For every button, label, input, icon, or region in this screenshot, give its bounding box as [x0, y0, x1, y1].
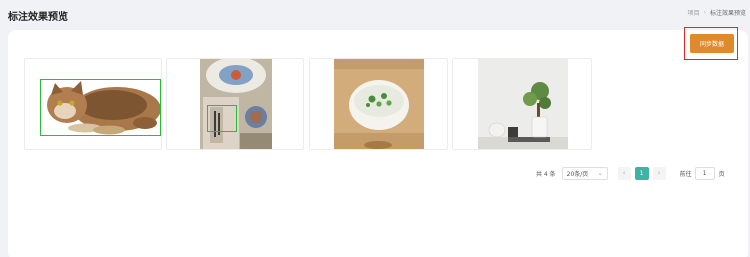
breadcrumb-current: 标注效果预览	[709, 10, 746, 17]
rice-bowl-image	[334, 59, 424, 149]
annotation-bbox	[40, 79, 161, 136]
page-header: 标注效果预览 项目 › 标注效果预览	[0, 0, 750, 30]
goto-label: 前往	[679, 170, 692, 178]
page-title: 标注效果预览	[8, 12, 68, 23]
image-thumbnail[interactable]	[452, 58, 592, 150]
annotation-bbox	[207, 105, 237, 132]
page-size-select[interactable]: 20条/页 ⌄	[561, 166, 608, 180]
pagination: 共 4 条 20条/页 ⌄ ‹ 1 › 前往 1 页	[536, 166, 725, 180]
image-thumbnail[interactable]	[309, 58, 448, 150]
page-size-value: 20条/页	[566, 170, 589, 178]
breadcrumb-parent[interactable]: 项目	[688, 8, 700, 17]
breadcrumb-separator-icon: ›	[703, 9, 706, 16]
page-number-active[interactable]: 1	[634, 166, 649, 180]
image-thumbnail[interactable]	[166, 58, 304, 150]
bonsai-image	[478, 59, 568, 149]
next-page-button[interactable]: ›	[652, 166, 666, 180]
prev-page-button[interactable]: ‹	[617, 166, 631, 180]
image-thumbnail[interactable]	[24, 58, 162, 150]
breadcrumb: 项目 › 标注效果预览	[688, 8, 746, 17]
page-unit-label: 页	[718, 170, 725, 178]
goto-page-value: 1	[702, 169, 707, 177]
goto-page-input[interactable]: 1	[694, 166, 715, 180]
sync-data-button[interactable]: 同步数据	[690, 34, 734, 53]
chevron-down-icon: ⌄	[597, 169, 603, 177]
total-count: 共 4 条	[536, 170, 556, 178]
